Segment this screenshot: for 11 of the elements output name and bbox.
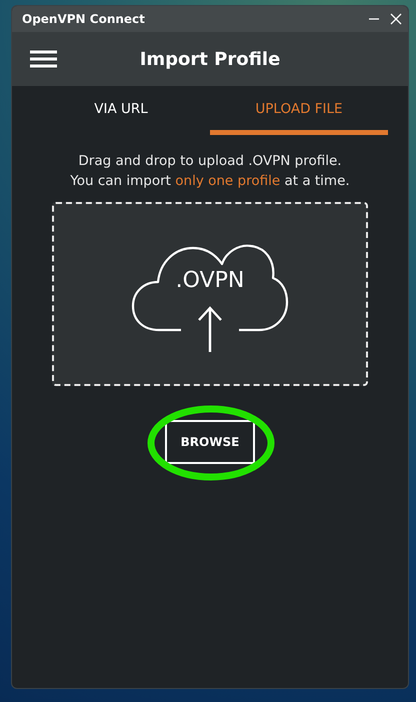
instruction-text: Drag and drop to upload .OVPN profile. [78,153,342,169]
window-title: OpenVPN Connect [22,12,146,26]
instruction-text: You can import only one profile at a time. [70,173,350,189]
menu-icon[interactable] [30,50,57,68]
browse-button[interactable]: BROWSE [165,420,255,464]
file-type-label: .OVPN [174,268,246,293]
tab[interactable]: VIA URL [32,96,210,135]
close-icon[interactable] [390,13,402,25]
drop-zone[interactable]: .OVPN [52,202,368,386]
tab[interactable]: UPLOAD FILE [210,96,388,135]
page-title: Import Profile [138,48,282,70]
